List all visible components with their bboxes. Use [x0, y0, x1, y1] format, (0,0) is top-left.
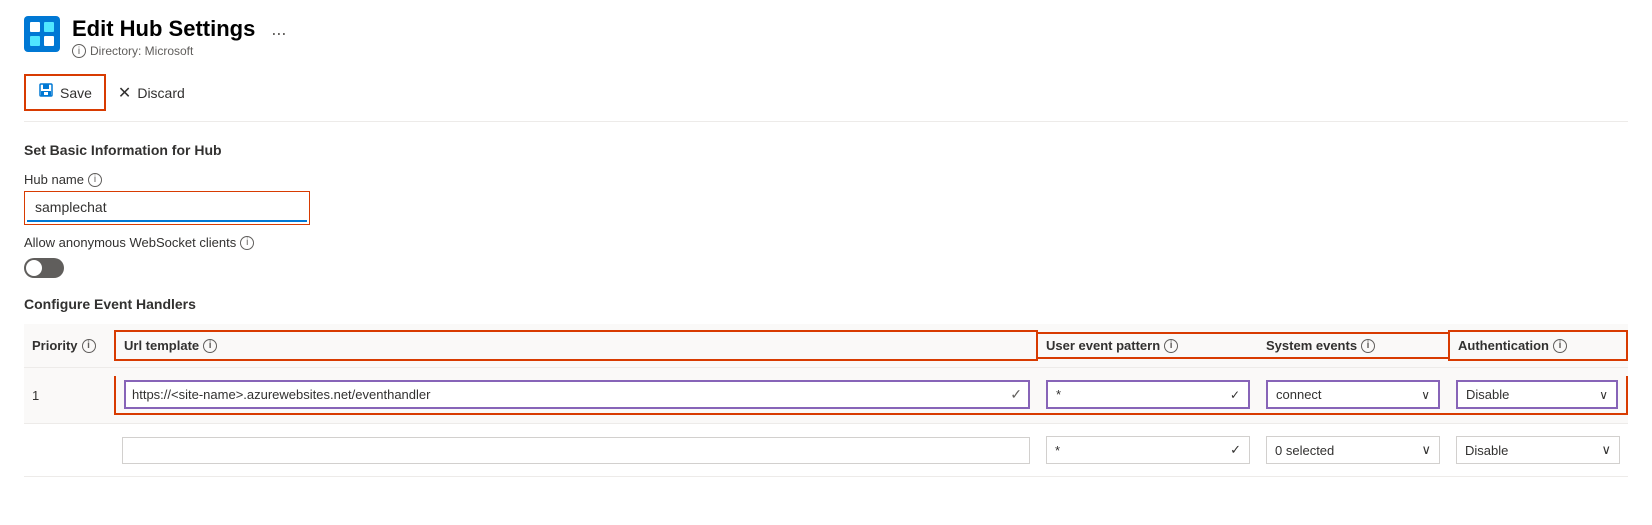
auth-info-icon[interactable]: i — [1553, 339, 1567, 353]
row2-system-events-dropdown[interactable]: 0 selected ∨ — [1266, 436, 1440, 464]
col-url-template: Url template i — [114, 330, 1038, 361]
row1-priority: 1 — [24, 384, 114, 407]
col-user-event-pattern: User event pattern i — [1038, 332, 1258, 359]
url-check-icon: ✓ — [1010, 386, 1022, 403]
row1-user-event-cell: * ✓ — [1038, 376, 1258, 415]
row1-user-event-dropdown[interactable]: * ✓ — [1046, 380, 1250, 409]
row1-auth-cell: Disable ∨ — [1448, 376, 1628, 415]
anon-toggle[interactable] — [24, 258, 64, 278]
hub-name-label: Hub name — [24, 172, 84, 187]
page-title: Edit Hub Settings — [72, 16, 255, 42]
system-events-info-icon[interactable]: i — [1361, 339, 1375, 353]
save-label: Save — [60, 85, 92, 101]
info-icon: i — [72, 44, 86, 58]
row1-user-event-chevron-icon: ✓ — [1230, 388, 1240, 402]
basic-info-section-title: Set Basic Information for Hub — [24, 142, 1628, 158]
anon-info-icon[interactable]: i — [240, 236, 254, 250]
col-system-events: System events i — [1258, 332, 1448, 359]
url-template-info-icon[interactable]: i — [203, 339, 217, 353]
row1-url-input[interactable] — [132, 387, 1006, 402]
hub-name-input[interactable] — [27, 194, 307, 222]
hub-name-label-row: Hub name i — [24, 172, 1628, 187]
row1-url-wrapper[interactable]: ✓ — [124, 380, 1030, 409]
row1-url-cell: ✓ — [114, 376, 1038, 415]
row1-system-events-chevron-icon: ∨ — [1421, 388, 1430, 402]
event-handlers-section-title: Configure Event Handlers — [24, 296, 1628, 312]
more-options-icon[interactable]: ... — [271, 19, 286, 40]
row2-auth-dropdown[interactable]: Disable ∨ — [1456, 436, 1620, 464]
save-button[interactable]: Save — [24, 74, 106, 111]
user-event-info-icon[interactable]: i — [1164, 339, 1178, 353]
row2-auth-cell: Disable ∨ — [1448, 432, 1628, 468]
table-header: Priority i Url template i User event pat… — [24, 324, 1628, 368]
row2-url-cell — [114, 433, 1038, 468]
hub-name-info-icon[interactable]: i — [88, 173, 102, 187]
priority-info-icon[interactable]: i — [82, 339, 96, 353]
discard-button[interactable]: ✕ Discard — [106, 77, 197, 109]
row2-user-event-dropdown[interactable]: * ✓ — [1046, 436, 1250, 464]
row2-system-events-chevron-icon: ∨ — [1421, 442, 1431, 458]
hub-name-wrapper — [24, 191, 310, 225]
anon-label-text: Allow anonymous WebSocket clients — [24, 235, 236, 250]
app-icon — [24, 16, 60, 52]
event-handlers-table: Priority i Url template i User event pat… — [24, 324, 1628, 477]
col-authentication: Authentication i — [1448, 330, 1628, 361]
anon-label-row: Allow anonymous WebSocket clients i — [24, 235, 1628, 250]
table-row: * ✓ 0 selected ∨ Disable ∨ — [24, 424, 1628, 477]
discard-icon: ✕ — [118, 83, 131, 103]
row1-auth-chevron-icon: ∨ — [1599, 388, 1608, 402]
directory-label: Directory: Microsoft — [90, 44, 193, 58]
discard-label: Discard — [137, 85, 184, 101]
col-priority: Priority i — [24, 332, 114, 359]
row2-user-event-chevron-icon: ✓ — [1230, 442, 1241, 458]
save-icon — [38, 82, 54, 103]
row2-url-input[interactable] — [122, 437, 1030, 464]
row1-system-events-dropdown[interactable]: connect ∨ — [1266, 380, 1440, 409]
table-row: 1 ✓ * ✓ connect ∨ Disable ∨ — [24, 368, 1628, 424]
row2-system-events-cell: 0 selected ∨ — [1258, 432, 1448, 468]
row2-user-event-cell: * ✓ — [1038, 432, 1258, 468]
row1-system-events-cell: connect ∨ — [1258, 376, 1448, 415]
row1-auth-dropdown[interactable]: Disable ∨ — [1456, 380, 1618, 409]
row2-auth-chevron-icon: ∨ — [1601, 442, 1611, 458]
row2-priority — [24, 446, 114, 454]
